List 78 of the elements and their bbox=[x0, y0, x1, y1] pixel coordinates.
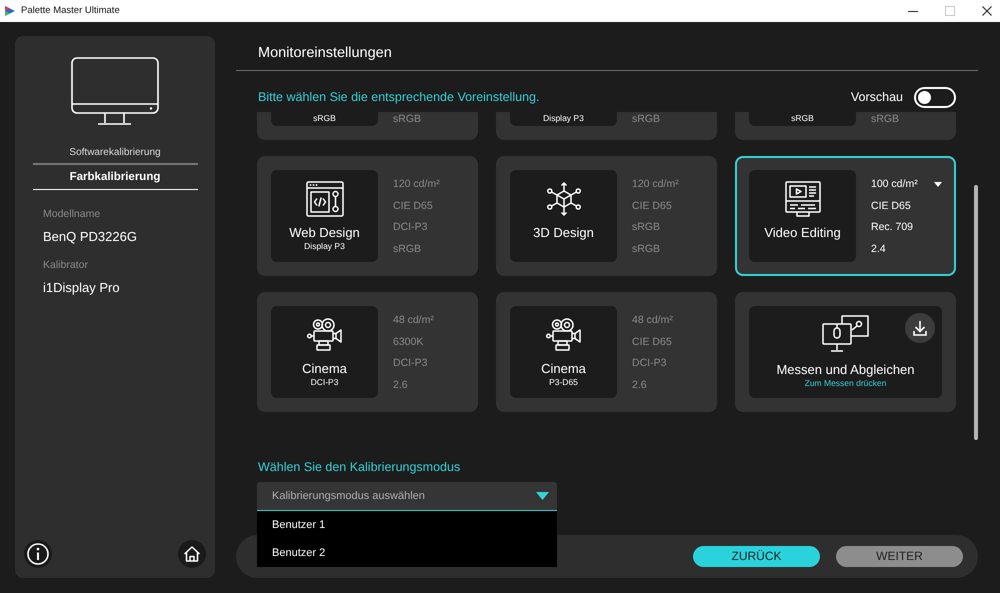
cube-icon bbox=[544, 181, 582, 217]
preset-card[interactable]: Display P3 sRGB bbox=[496, 112, 717, 140]
preset-card[interactable]: sRGB sRGB bbox=[735, 112, 956, 140]
preset-spec: 2.6 bbox=[632, 378, 647, 392]
preset-spec: 120 cd/m² bbox=[632, 177, 679, 192]
next-button[interactable]: WEITER bbox=[836, 546, 963, 567]
preset-card[interactable]: Video Editing 100 cd/m² CIE D65 Rec. 709 2.4 bbox=[735, 156, 956, 276]
preset-spec: 120 cd/m² bbox=[393, 177, 440, 192]
back-button[interactable]: ZURÜCK bbox=[693, 546, 820, 567]
preset-spec: CIE D65 bbox=[871, 198, 911, 214]
preset-spec: sRGB bbox=[393, 242, 422, 256]
preset-card[interactable]: Cinema P3-D65 48 cd/m² CIE D65 DCI-P3 2.6 bbox=[496, 292, 717, 412]
preset-spec: 6300K bbox=[393, 334, 424, 350]
video-editor-icon bbox=[784, 181, 822, 217]
preset-spec: sRGB bbox=[632, 220, 660, 235]
preset-subtitle: P3-D65 bbox=[549, 377, 578, 388]
preset-subtitle: Display P3 bbox=[304, 241, 345, 252]
sidebar-tab[interactable]: Farbkalibrierung bbox=[32, 165, 198, 190]
preset-card[interactable]: Web Design Display P3 120 cd/m² CIE D65 DCI-P3 sRGB bbox=[257, 156, 478, 276]
preset-spec: sRGB bbox=[632, 242, 660, 256]
preset-spec: 2.6 bbox=[393, 378, 408, 392]
preset-subtitle: sRGB bbox=[313, 112, 336, 125]
field-label: Modellname bbox=[43, 207, 100, 221]
browser-code-icon bbox=[306, 181, 344, 217]
preview-label: Vorschau bbox=[850, 89, 903, 105]
preset-spec: DCI-P3 bbox=[393, 220, 428, 235]
download-icon[interactable] bbox=[905, 313, 935, 343]
mode-select-field[interactable]: Kalibrierungsmodus auswählen bbox=[257, 482, 557, 511]
app-logo-icon bbox=[4, 5, 16, 17]
field-value: i1Display Pro bbox=[43, 279, 120, 297]
preset-spec: CIE D65 bbox=[632, 198, 672, 214]
preset-card[interactable]: Cinema DCI-P3 48 cd/m² 6300K DCI-P3 2.6 bbox=[257, 292, 478, 412]
preset-name: Cinema bbox=[302, 361, 347, 377]
preset-subtitle: sRGB bbox=[791, 112, 814, 125]
preset-spec: DCI-P3 bbox=[393, 356, 428, 371]
caret-icon[interactable] bbox=[934, 182, 942, 188]
measure-hint: Zum Messen drücken bbox=[804, 378, 886, 389]
scrollbar-thumb[interactable] bbox=[974, 185, 978, 440]
home-icon[interactable] bbox=[178, 540, 206, 568]
preset-card[interactable]: Messen und Abgleichen Zum Messen drücken bbox=[735, 292, 956, 412]
preset-card[interactable]: sRGB sRGB bbox=[257, 112, 478, 140]
monitor-icon bbox=[71, 57, 159, 125]
preset-spec: sRGB bbox=[393, 112, 422, 126]
window-title: Palette Master Ultimate bbox=[21, 5, 120, 17]
preset-name: Video Editing bbox=[764, 225, 841, 241]
preset-spec: 48 cd/m² bbox=[632, 313, 673, 328]
dropdown-triangle-icon[interactable] bbox=[536, 492, 549, 500]
page-title: Monitoreinstellungen bbox=[258, 44, 392, 62]
preset-spec: DCI-P3 bbox=[632, 356, 666, 371]
close-icon[interactable] bbox=[982, 6, 992, 16]
preset-spec: sRGB bbox=[632, 112, 660, 126]
preset-subtitle: Display P3 bbox=[543, 112, 584, 125]
measure-tile[interactable]: Messen und Abgleichen Zum Messen drücken bbox=[749, 306, 942, 398]
preset-name: Cinema bbox=[541, 361, 586, 377]
two-monitors-icon bbox=[820, 314, 870, 354]
preset-spec: 48 cd/m² bbox=[393, 313, 434, 328]
field-value: BenQ PD3226G bbox=[43, 228, 137, 246]
movie-camera-icon bbox=[544, 317, 582, 353]
preset-spec: 2.4 bbox=[871, 242, 886, 256]
preset-spec: 100 cd/m² bbox=[871, 177, 918, 192]
dropdown-option[interactable]: Benutzer 1 bbox=[257, 511, 557, 539]
prompt-text: Bitte wählen Sie die entsprechende Voreinstellung. bbox=[258, 89, 540, 105]
info-icon[interactable] bbox=[24, 540, 52, 568]
dropdown-option[interactable]: Benutzer 2 bbox=[257, 539, 557, 567]
preset-name: Web Design bbox=[289, 225, 360, 241]
preset-spec: CIE D65 bbox=[393, 198, 433, 214]
mode-label: Wählen Sie den Kalibrierungsmodus bbox=[258, 460, 460, 474]
preset-subtitle: DCI-P3 bbox=[310, 377, 338, 388]
field-label: Kalibrator bbox=[43, 258, 88, 272]
preset-name: Messen und Abgleichen bbox=[776, 362, 915, 378]
movie-camera-icon bbox=[306, 317, 344, 353]
preset-spec: sRGB bbox=[871, 112, 900, 126]
sidebar-tab[interactable]: Softwarekalibrierung bbox=[32, 143, 198, 165]
preview-toggle[interactable] bbox=[914, 86, 956, 108]
preset-card[interactable]: 3D Design 120 cd/m² CIE D65 sRGB sRGB bbox=[496, 156, 717, 276]
preset-spec: Rec. 709 bbox=[871, 220, 914, 235]
preset-name: 3D Design bbox=[533, 225, 594, 241]
preset-spec: CIE D65 bbox=[632, 334, 672, 350]
